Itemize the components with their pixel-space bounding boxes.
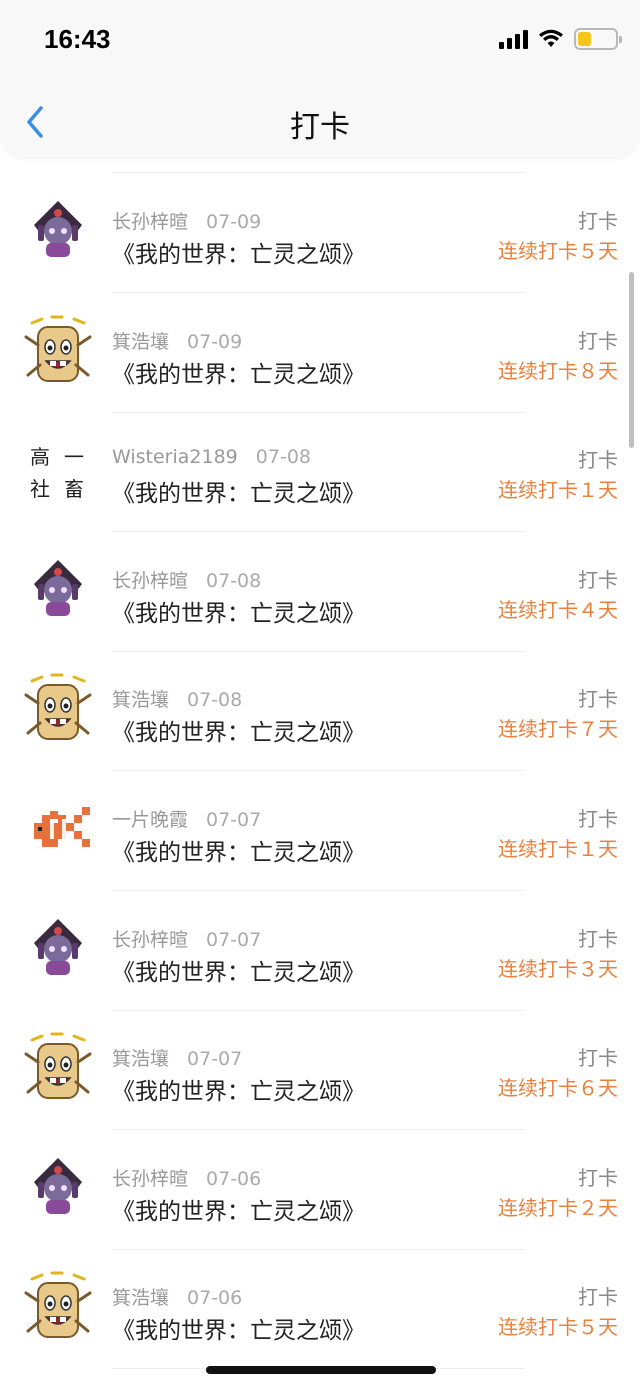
game-title[interactable]: 《我的世界：亡灵之颂》 — [112, 1192, 365, 1226]
streak-label: 连续打卡５天 — [498, 239, 618, 263]
username[interactable]: 长孙梓暄 — [112, 929, 188, 951]
username[interactable]: 长孙梓暄 — [112, 570, 188, 592]
user-avatar[interactable] — [22, 554, 94, 626]
avatar-text: 一 — [64, 445, 84, 469]
checkin-date: 07-07 — [187, 1048, 243, 1071]
username[interactable]: 长孙梓暄 — [112, 211, 188, 233]
avatar-text: 社 — [30, 477, 50, 501]
checkin-row[interactable]: 长孙梓暄 07-09 《我的世界：亡灵之颂》 打卡 连续打卡５天 — [0, 173, 640, 293]
streak-label: 连续打卡１天 — [498, 478, 618, 503]
checkin-date: 07-08 — [187, 689, 243, 712]
checkin-meta: Wisteria2189 07-08 — [112, 446, 311, 468]
checkin-meta: 长孙梓暄 07-08 — [112, 566, 261, 593]
user-avatar[interactable] — [22, 673, 94, 745]
username[interactable]: 一片晚霞 — [112, 809, 188, 831]
checkin-date: 07-09 — [187, 330, 243, 353]
checkin-type: 打卡 — [578, 1285, 618, 1310]
checkin-date: 07-08 — [255, 446, 311, 469]
checkin-type: 打卡 — [578, 807, 618, 831]
avatar-text: 畜 — [64, 477, 84, 501]
battery-level — [578, 32, 591, 46]
page-title: 打卡 — [290, 110, 350, 145]
checkin-date: 07-09 — [206, 211, 262, 233]
streak-label: 连续打卡２天 — [498, 1195, 618, 1220]
checkin-date: 07-07 — [206, 928, 262, 951]
user-avatar[interactable] — [22, 913, 94, 985]
checkin-row[interactable]: 长孙梓暄 07-06 《我的世界：亡灵之颂》 打卡 连续打卡２天 — [0, 1130, 640, 1250]
checkin-meta: 箕浩壤 07-07 — [112, 1044, 242, 1071]
username[interactable]: 箕浩壤 — [112, 1287, 169, 1309]
checkin-type: 打卡 — [578, 1165, 618, 1190]
wifi-icon — [539, 29, 563, 47]
checkin-type: 打卡 — [578, 328, 618, 353]
user-avatar[interactable] — [22, 793, 94, 865]
game-title[interactable]: 《我的世界：亡灵之颂》 — [112, 833, 365, 867]
checkin-meta: 箕浩壤 07-06 — [112, 1283, 242, 1310]
status-time: 16:43 — [44, 24, 111, 54]
user-avatar[interactable] — [22, 195, 94, 267]
checkin-row[interactable]: 箕浩壤 07-06 《我的世界：亡灵之颂》 打卡 连续打卡５天 — [0, 1249, 640, 1370]
checkin-row[interactable]: 箕浩壤 07-07 《我的世界：亡灵之颂》 打卡 连续打卡６天 — [0, 1010, 640, 1131]
checkin-meta: 箕浩壤 07-08 — [112, 685, 242, 712]
username[interactable]: Wisteria2189 — [112, 446, 238, 468]
streak-label: 连续打卡８天 — [498, 358, 618, 383]
checkin-type: 打卡 — [578, 1046, 618, 1071]
streak-label: 连续打卡１天 — [498, 837, 618, 861]
checkin-date: 07-08 — [206, 569, 262, 592]
user-avatar[interactable] — [22, 315, 94, 387]
user-avatar[interactable] — [22, 1271, 94, 1343]
home-indicator[interactable] — [206, 1366, 436, 1374]
username[interactable]: 箕浩壤 — [112, 689, 169, 711]
user-avatar[interactable] — [22, 1152, 94, 1224]
streak-label: 连续打卡７天 — [498, 717, 618, 742]
username[interactable]: 长孙梓暄 — [112, 1168, 188, 1190]
checkin-date: 07-07 — [206, 809, 262, 831]
nav-header: 16:43 打卡 — [0, 0, 640, 158]
checkin-type: 打卡 — [578, 687, 618, 712]
checkin-meta: 长孙梓暄 07-09 — [112, 207, 261, 234]
signal-icon — [499, 29, 528, 49]
checkin-row[interactable]: 长孙梓暄 07-08 《我的世界：亡灵之颂》 打卡 连续打卡４天 — [0, 532, 640, 652]
scrollbar[interactable] — [629, 272, 634, 448]
checkin-type: 打卡 — [578, 567, 618, 592]
avatar-text: 高 — [30, 445, 50, 469]
game-title[interactable]: 《我的世界：亡灵之颂》 — [112, 1311, 365, 1345]
battery-icon — [574, 28, 622, 50]
game-title[interactable]: 《我的世界：亡灵之颂》 — [112, 594, 365, 628]
game-title[interactable]: 《我的世界：亡灵之颂》 — [112, 474, 365, 508]
checkin-date: 07-06 — [187, 1287, 243, 1310]
user-avatar[interactable]: 高 一 社 畜 — [22, 434, 94, 506]
checkin-row[interactable]: 箕浩壤 07-09 《我的世界：亡灵之颂》 打卡 连续打卡８天 — [0, 293, 640, 413]
checkin-date: 07-06 — [206, 1167, 262, 1190]
game-title[interactable]: 《我的世界：亡灵之颂》 — [112, 1072, 365, 1106]
game-title[interactable]: 《我的世界：亡灵之颂》 — [112, 953, 365, 987]
checkin-meta: 一片晚霞 07-07 — [112, 805, 261, 832]
checkin-meta: 箕浩壤 07-09 — [112, 327, 242, 354]
game-title[interactable]: 《我的世界：亡灵之颂》 — [112, 235, 365, 269]
game-title[interactable]: 《我的世界：亡灵之颂》 — [112, 713, 365, 747]
checkin-row[interactable]: 箕浩壤 07-08 《我的世界：亡灵之颂》 打卡 连续打卡７天 — [0, 651, 640, 772]
streak-label: 连续打卡４天 — [498, 597, 618, 622]
checkin-row[interactable]: 长孙梓暄 07-07 《我的世界：亡灵之颂》 打卡 连续打卡３天 — [0, 891, 640, 1011]
checkin-row[interactable]: 高 一 社 畜 Wisteria2189 07-08 《我的世界：亡灵之颂》 打卡… — [0, 412, 640, 533]
streak-label: 连续打卡５天 — [498, 1315, 618, 1340]
username[interactable]: 箕浩壤 — [112, 331, 169, 353]
checkin-row[interactable]: 一片晚霞 07-07 《我的世界：亡灵之颂》 打卡 连续打卡１天 — [0, 771, 640, 891]
checkin-meta: 长孙梓暄 07-07 — [112, 925, 261, 952]
game-title[interactable]: 《我的世界：亡灵之颂》 — [112, 355, 365, 389]
checkin-list[interactable]: 长孙梓暄 07-09 《我的世界：亡灵之颂》 打卡 连续打卡５天 箕浩壤 07-09… — [0, 172, 640, 1386]
checkin-type: 打卡 — [578, 448, 618, 473]
checkin-type: 打卡 — [578, 209, 618, 233]
username[interactable]: 箕浩壤 — [112, 1048, 169, 1070]
status-icons — [499, 26, 622, 52]
streak-label: 连续打卡３天 — [498, 956, 618, 981]
checkin-meta: 长孙梓暄 07-06 — [112, 1164, 261, 1191]
user-avatar[interactable] — [22, 1032, 94, 1104]
streak-label: 连续打卡６天 — [498, 1076, 618, 1101]
checkin-type: 打卡 — [578, 926, 618, 951]
